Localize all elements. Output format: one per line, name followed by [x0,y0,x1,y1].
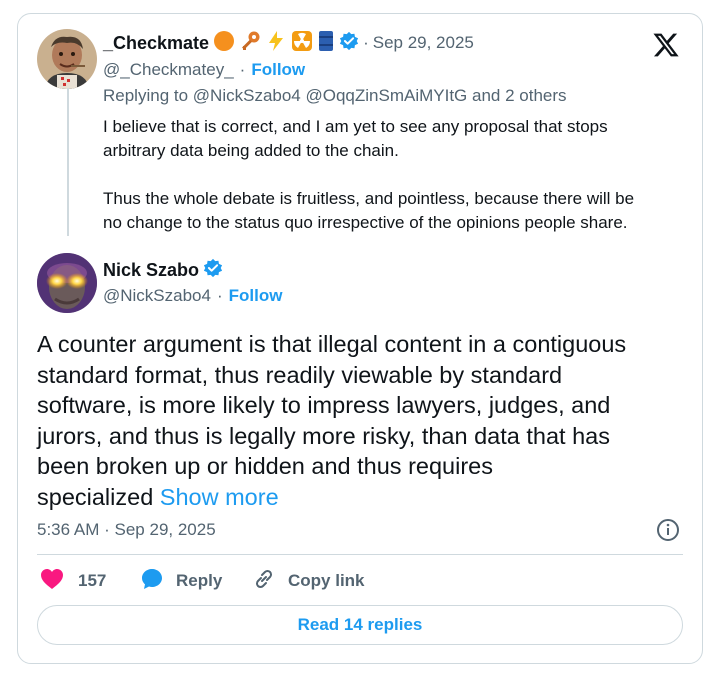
main-text-line: A counter argument is that illegal conte… [37,331,627,357]
main-text-line: standard format, thus readily viewable b… [37,361,563,388]
checkmate-avatar[interactable] [37,29,97,89]
main-author-name[interactable]: Nick Szabo [103,260,199,281]
parent-text-line: no change to the status quo irrespective… [103,213,628,232]
main-text-last-word: specialized [37,483,154,510]
main-handle[interactable]: @NickSzabo4 [103,286,211,306]
main-tweet-text: A counter argument is that illegal conte… [37,329,687,512]
parent-tweet-text: I believe that is correct, and I am yet … [103,115,693,235]
orange-circle-icon [213,30,235,57]
radioactive-icon [291,30,313,57]
parent-tweet-header: _Checkmate · Sep 29, 2025 [103,30,474,57]
main-text-last-line: specialized Show more [37,482,687,513]
parent-text-spacer [103,163,693,187]
main-timestamp[interactable]: 5:36 AM · Sep 29, 2025 [37,520,216,540]
link-icon [252,567,276,596]
info-icon[interactable] [656,518,680,542]
like-count: 157 [78,571,107,590]
main-date: Sep 29, 2025 [114,520,216,539]
main-text-line: been broken up or hidden and thus requir… [37,453,493,479]
follow-nick-szabo-link[interactable]: Follow [229,286,283,306]
main-time: 5:36 AM [37,520,100,539]
main-tweet-header: Nick Szabo [103,258,223,283]
replying-prefix: Replying to [103,86,189,105]
oil-drum-icon [317,30,335,57]
parent-author-name[interactable]: _Checkmate [103,33,209,54]
parent-timestamp[interactable]: Sep 29, 2025 [373,33,474,53]
heart-icon [40,568,64,595]
key-icon [239,30,261,57]
replying-suffix[interactable]: and 2 others [472,86,567,105]
reply-label: Reply [176,571,223,590]
replying-to-line: Replying to @NickSzabo4 @OqqZinSmAiMYItG… [103,86,567,106]
show-more-link[interactable]: Show more [160,484,279,510]
parent-text-line: I believe that is correct, and I am yet … [103,117,608,136]
parent-text-line: Thus the whole debate is fruitless, and … [103,189,635,208]
copy-link-label: Copy link [288,571,365,590]
read-replies-button[interactable]: Read 14 replies [37,605,683,645]
replying-mentions[interactable]: @NickSzabo4 @OqqZinSmAiMYItG [193,86,467,105]
verified-badge-icon [203,258,223,283]
timestamp-separator: · [104,520,110,539]
x-logo-icon[interactable] [652,31,680,59]
header-separator: · [363,33,369,52]
parent-handle-row: @_Checkmatey_ · Follow [103,60,305,80]
handle-separator: · [239,60,246,79]
lightning-icon [265,30,287,57]
thread-connector-line [67,88,69,236]
copy-link-action[interactable]: Copy link [252,568,365,594]
follow-checkmate-link[interactable]: Follow [251,60,305,80]
reply-bubble-icon [140,567,164,596]
main-text-line: jurors, and thus is legally more risky, … [37,422,610,449]
verified-badge-icon [339,31,359,56]
main-text-line: software, is more likely to impress lawy… [37,392,611,418]
like-action[interactable]: 157 [40,568,106,594]
nick-szabo-avatar[interactable] [37,253,97,313]
handle-separator: · [216,286,223,305]
parent-text-line: arbitrary data being added to the chain. [103,141,399,160]
main-handle-row: @NickSzabo4 · Follow [103,286,282,306]
parent-handle[interactable]: @_Checkmatey_ [103,60,234,80]
actions-divider [37,554,683,555]
reply-action[interactable]: Reply [140,568,222,594]
